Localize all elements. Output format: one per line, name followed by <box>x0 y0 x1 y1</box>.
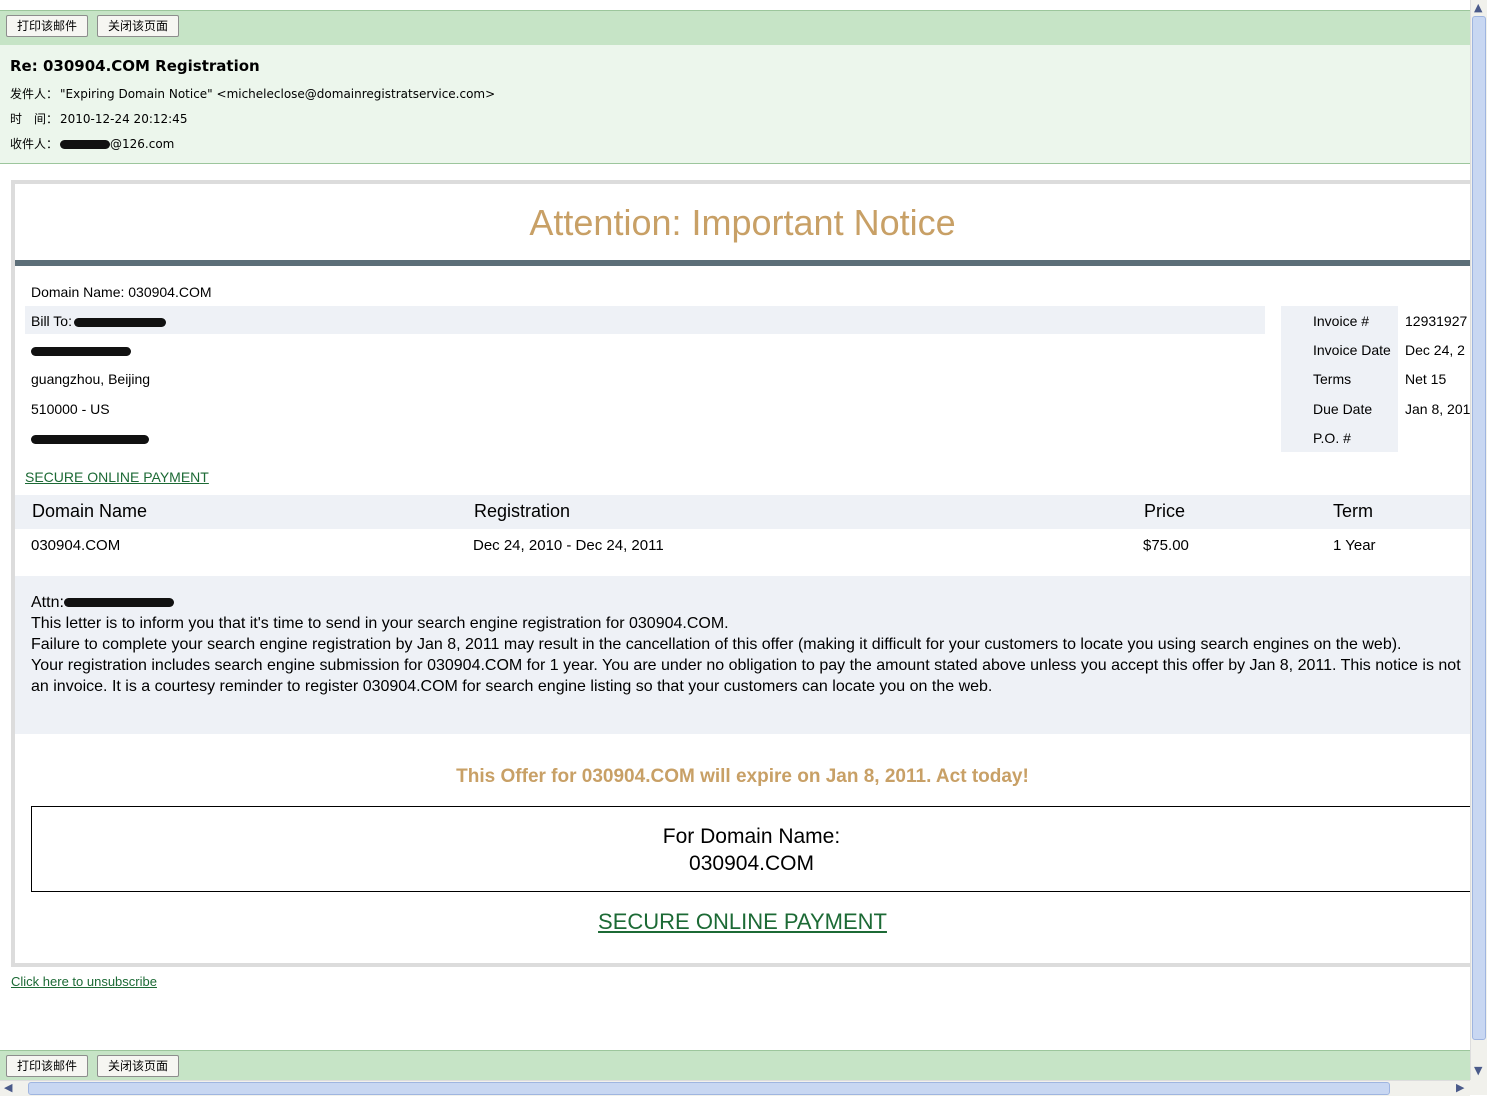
redaction-mark <box>31 434 149 444</box>
unsubscribe-link[interactable]: Click here to unsubscribe <box>11 974 157 989</box>
terms-label: Terms <box>1313 371 1352 387</box>
notice-body: Attention: Important Notice Domain Name:… <box>15 184 1472 963</box>
time-label: 时 间： <box>10 112 59 126</box>
email-header: Re: 030904.COM Registration 发件人： "Expirin… <box>0 45 1470 164</box>
scroll-right-arrow-icon[interactable]: ▶ <box>1456 1081 1464 1095</box>
for-domain-box: For Domain Name: 030904.COM <box>31 806 1472 892</box>
horizontal-scroll-thumb[interactable] <box>28 1082 1390 1095</box>
domain-name-line: Domain Name: 030904.COM <box>31 284 212 300</box>
row-term: 1 Year <box>1333 537 1376 554</box>
close-page-button-bottom[interactable]: 关闭该页面 <box>97 1055 180 1077</box>
address-line-redacted <box>31 342 131 358</box>
notice-heading: Attention: Important Notice <box>529 202 956 243</box>
from-value: "Expiring Domain Notice" <micheleclose@d… <box>60 87 496 101</box>
address-postal: 510000 - US <box>31 401 110 417</box>
to-value-suffix: @126.com <box>110 137 175 151</box>
secure-payment-link[interactable]: SECURE ONLINE PAYMENT <box>25 469 209 485</box>
row-price: $75.00 <box>1143 537 1189 554</box>
heading-divider <box>15 260 1470 266</box>
for-domain-label: For Domain Name: <box>662 825 841 848</box>
invoice-number-label: Invoice # <box>1313 313 1370 329</box>
time-row: 时 间： 2010-12-24 20:12:45 <box>10 110 187 127</box>
message-line-2: Failure to complete your search engine r… <box>31 636 1402 653</box>
message-line-3: Your registration includes search engine… <box>31 657 1461 695</box>
email-subject: Re: 030904.COM Registration <box>10 57 260 75</box>
bottom-toolbar: 打印该邮件 关闭该页面 <box>0 1050 1470 1082</box>
redaction-mark <box>60 140 110 149</box>
vertical-scroll-thumb[interactable] <box>1472 16 1486 1040</box>
terms-value: Net 15 <box>1405 371 1447 387</box>
due-date-value: Jan 8, 201 <box>1405 401 1470 417</box>
notice-panel: Attention: Important Notice Domain Name:… <box>11 180 1472 967</box>
bill-to-label: Bill To: <box>31 313 72 329</box>
attn-line: Attn: <box>31 592 1470 613</box>
col-price: Price <box>1144 501 1186 521</box>
print-email-button[interactable]: 打印该邮件 <box>6 15 89 37</box>
row-domain-name: 030904.COM <box>31 537 121 554</box>
attn-label: Attn: <box>31 594 64 611</box>
redaction-mark <box>63 598 174 608</box>
address-city: guangzhou, Beijing <box>31 371 151 387</box>
window-top <box>0 0 1470 10</box>
redaction-mark <box>73 317 166 327</box>
scroll-left-arrow-icon[interactable]: ◀ <box>4 1081 12 1095</box>
vertical-scrollbar[interactable]: ▲ ▼ <box>1470 0 1487 1080</box>
big-secure-payment-link[interactable]: SECURE ONLINE PAYMENT <box>598 909 887 934</box>
from-label: 发件人： <box>10 87 59 101</box>
invoice-date-value: Dec 24, 2 <box>1405 342 1465 358</box>
col-domain-name: Domain Name <box>32 501 148 521</box>
close-page-button[interactable]: 关闭该页面 <box>97 15 180 37</box>
to-row: 收件人： @126.com <box>10 135 174 152</box>
big-payment-row: SECURE ONLINE PAYMENT <box>15 909 1470 935</box>
top-toolbar: 打印该邮件 关闭该页面 <box>0 10 1470 46</box>
redaction-mark <box>31 346 131 356</box>
to-label: 收件人： <box>10 137 59 151</box>
bill-to-bar <box>25 306 1265 334</box>
phone-line-redacted <box>31 430 149 446</box>
horizontal-scrollbar[interactable]: ◀ ▶ <box>0 1080 1470 1096</box>
domain-table-header: Domain Name Registration Price Term <box>15 495 1470 529</box>
offer-expiry-text: This Offer for 030904.COM will expire on… <box>456 766 1029 787</box>
message-line-1: This letter is to inform you that it's t… <box>31 615 729 632</box>
scroll-down-arrow-icon[interactable]: ▼ <box>1474 1064 1482 1078</box>
due-date-label: Due Date <box>1313 401 1373 417</box>
scrollbar-corner <box>1470 1080 1487 1095</box>
po-number-label: P.O. # <box>1313 430 1351 446</box>
row-registration: Dec 24, 2010 - Dec 24, 2011 <box>473 537 664 554</box>
bill-to-row: Bill To: <box>31 313 166 329</box>
for-domain-value: 030904.COM <box>689 852 814 875</box>
invoice-number-value: 12931927 <box>1405 313 1468 329</box>
invoice-date-label: Invoice Date <box>1313 342 1391 358</box>
from-row: 发件人： "Expiring Domain Notice" <micheleclo… <box>10 85 495 102</box>
time-value: 2010-12-24 20:12:45 <box>60 112 188 126</box>
col-registration: Registration <box>474 501 571 521</box>
col-term: Term <box>1333 501 1373 521</box>
message-block: Attn: This letter is to inform you that … <box>15 576 1470 734</box>
print-email-button-bottom[interactable]: 打印该邮件 <box>6 1055 89 1077</box>
scroll-up-arrow-icon[interactable]: ▲ <box>1474 1 1482 15</box>
